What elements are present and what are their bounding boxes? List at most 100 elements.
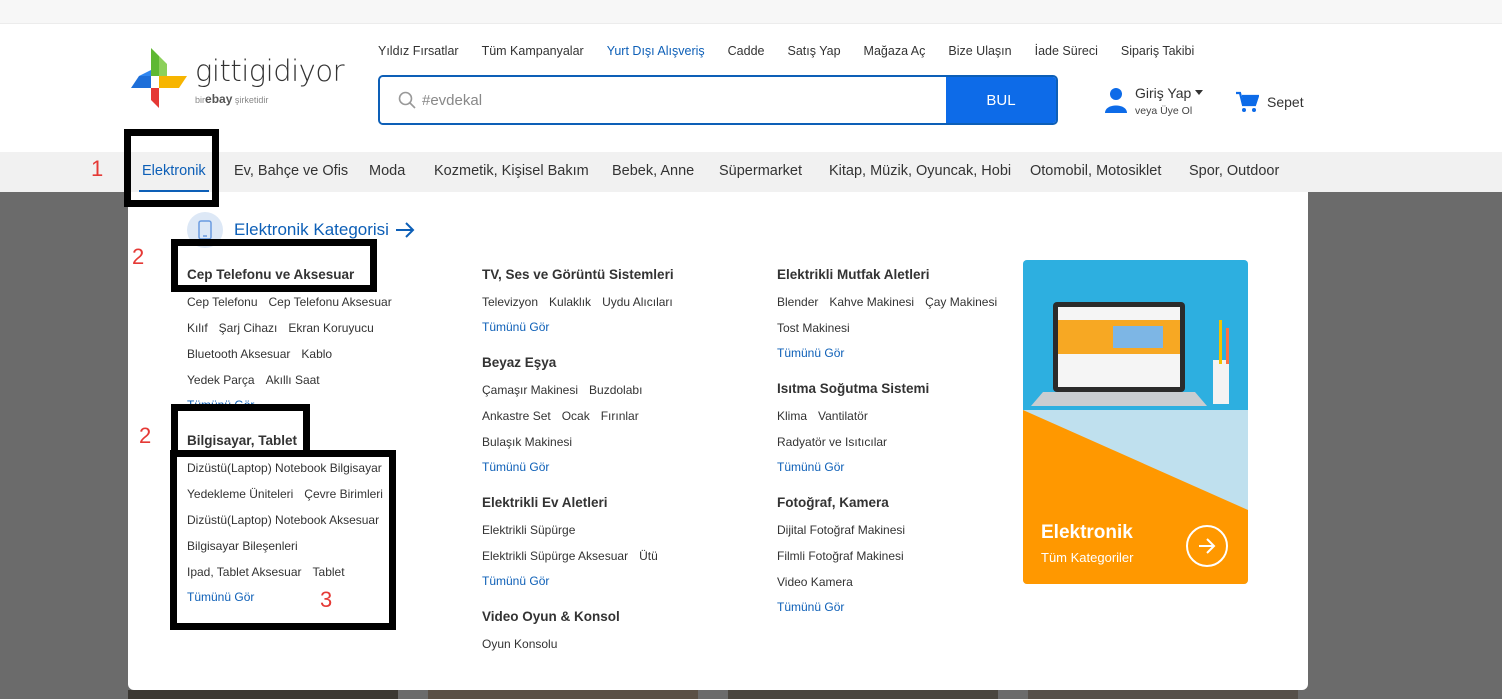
toplink-magaza[interactable]: Mağaza Aç — [864, 44, 926, 58]
search-bar: BUL — [378, 75, 1058, 125]
subcategory-link[interactable]: Televizyon — [482, 295, 538, 309]
background-tile — [728, 690, 998, 699]
subcategory-link[interactable]: Oyun Konsolu — [482, 637, 557, 651]
toplink-satis[interactable]: Satış Yap — [788, 44, 841, 58]
cat-moda[interactable]: Moda — [369, 163, 405, 179]
cat-supermarket[interactable]: Süpermarket — [719, 163, 802, 179]
site-logo[interactable]: gittigidiyor birebay şirketidir — [127, 46, 347, 132]
cat-kozmetik[interactable]: Kozmetik, Kişisel Bakım — [434, 163, 589, 179]
see-all-link[interactable]: Tümünü Gör — [482, 320, 549, 334]
arrow-right-icon — [395, 222, 415, 238]
subcategory-link[interactable]: Radyatör ve Isıtıcılar — [777, 435, 887, 449]
search-input[interactable] — [380, 77, 946, 123]
subcategory-row: Blender Kahve Makinesi Çay Makinesi — [777, 295, 1008, 309]
subcategory-link[interactable]: Dijital Fotoğraf Makinesi — [777, 523, 905, 537]
subcategory-row: Klima Vantilatör — [777, 409, 879, 423]
search-icon — [398, 91, 416, 109]
search-button[interactable]: BUL — [946, 77, 1056, 123]
login-label: Giriş Yap — [1135, 85, 1204, 101]
subcategory-link[interactable]: Video Kamera — [777, 575, 853, 589]
annotation-number: 3 — [320, 587, 333, 612]
see-all-link[interactable]: Tümünü Gör — [482, 574, 549, 588]
subcategory-link[interactable]: Tost Makinesi — [777, 321, 850, 335]
subcategory-row: Elektrikli Süpürge — [482, 523, 586, 537]
subcategory-link[interactable]: Klima — [777, 409, 807, 423]
toplink-cadde[interactable]: Cadde — [728, 44, 765, 58]
section-video-oyun[interactable]: Video Oyun & Konsol — [482, 609, 620, 624]
see-all-link[interactable]: Tümünü Gör — [777, 600, 844, 614]
promo-card[interactable]: Elektronik Tüm Kategoriler — [1023, 260, 1248, 584]
subcategory-link[interactable]: Bulaşık Makinesi — [482, 435, 572, 449]
category-nav: Elektronik Ev, Bahçe ve Ofis Moda Kozmet… — [0, 152, 1502, 192]
subcategory-link[interactable]: Kulaklık — [549, 295, 591, 309]
see-all-link[interactable]: Tümünü Gör — [777, 460, 844, 474]
toplink-bize-ulasin[interactable]: Bize Ulaşın — [948, 44, 1011, 58]
subcategory-link[interactable]: Bluetooth Aksesuar — [187, 347, 290, 361]
arrow-right-circle-icon — [1186, 525, 1228, 567]
toplink-siparis[interactable]: Sipariş Takibi — [1121, 44, 1194, 58]
cart-label: Sepet — [1267, 94, 1304, 110]
subcategory-link[interactable]: Cep Telefonu — [187, 295, 258, 309]
subcategory-link[interactable]: Ocak — [562, 409, 590, 423]
subcategory-row: Cep Telefonu Cep Telefonu Aksesuar — [187, 295, 403, 309]
subcategory-link[interactable]: Çay Makinesi — [925, 295, 997, 309]
subcategory-link[interactable]: Elektrikli Süpürge Aksesuar — [482, 549, 628, 563]
subcategory-row: Kılıf Şarj Cihazı Ekran Koruyucu — [187, 321, 385, 335]
chevron-down-icon — [1195, 90, 1204, 95]
subcategory-link[interactable]: Elektrikli Süpürge — [482, 523, 575, 537]
toplink-yildiz[interactable]: Yıldız Fırsatlar — [378, 44, 459, 58]
annotation-box — [170, 450, 396, 630]
login-menu[interactable]: Giriş Yap veya Üye Ol — [1104, 84, 1224, 124]
top-links: Yıldız Fırsatlar Tüm Kampanyalar Yurt Dı… — [378, 44, 1217, 58]
see-all-link[interactable]: Tümünü Gör — [777, 346, 844, 360]
annotation-number: 1 — [91, 156, 104, 181]
subcategory-link[interactable]: Şarj Cihazı — [219, 321, 278, 335]
subcategory-row: Oyun Konsolu — [482, 637, 568, 651]
subcategory-link[interactable]: Uydu Alıcıları — [602, 295, 673, 309]
cat-spor[interactable]: Spor, Outdoor — [1189, 163, 1279, 179]
subcategory-link[interactable]: Cep Telefonu Aksesuar — [269, 295, 392, 309]
annotation-box — [124, 129, 219, 207]
section-beyaz-esya[interactable]: Beyaz Eşya — [482, 355, 556, 370]
background-tile — [428, 690, 698, 699]
subcategory-row: Dijital Fotoğraf Makinesi — [777, 523, 916, 537]
subcategory-link[interactable]: Fırınlar — [601, 409, 639, 423]
subcategory-link[interactable]: Kablo — [301, 347, 332, 361]
subcategory-row: Ankastre Set Ocak Fırınlar — [482, 409, 650, 423]
register-label[interactable]: veya Üye Ol — [1135, 105, 1192, 117]
subcategory-row: Çamaşır Makinesi Buzdolabı — [482, 383, 653, 397]
subcategory-link[interactable]: Yedek Parça — [187, 373, 255, 387]
section-ev-aletleri[interactable]: Elektrikli Ev Aletleri — [482, 495, 608, 510]
cart-icon — [1236, 91, 1259, 112]
section-mutfak[interactable]: Elektrikli Mutfak Aletleri — [777, 267, 930, 282]
subcategory-link[interactable]: Filmli Fotoğraf Makinesi — [777, 549, 904, 563]
logo-icon — [131, 48, 187, 108]
see-all-link[interactable]: Tümünü Gör — [482, 460, 549, 474]
section-isitma[interactable]: Isıtma Soğutma Sistemi — [777, 381, 929, 396]
subcategory-link[interactable]: Kahve Makinesi — [829, 295, 914, 309]
toplink-kampanyalar[interactable]: Tüm Kampanyalar — [482, 44, 584, 58]
background-tile — [1028, 690, 1298, 699]
cat-kitap[interactable]: Kitap, Müzik, Oyuncak, Hobi — [829, 163, 1011, 179]
cat-bebek[interactable]: Bebek, Anne — [612, 163, 694, 179]
cat-otomobil[interactable]: Otomobil, Motosiklet — [1030, 163, 1161, 179]
subcategory-link[interactable]: Ütü — [639, 549, 658, 563]
subcategory-link[interactable]: Ekran Koruyucu — [288, 321, 373, 335]
subcategory-row: Radyatör ve Isıtıcılar — [777, 435, 898, 449]
cat-ev-bahce[interactable]: Ev, Bahçe ve Ofis — [234, 163, 348, 179]
subcategory-row: Filmli Fotoğraf Makinesi — [777, 549, 915, 563]
subcategory-row: Televizyon Kulaklık Uydu Alıcıları — [482, 295, 684, 309]
subcategory-link[interactable]: Buzdolabı — [589, 383, 642, 397]
subcategory-row: Bluetooth Aksesuar Kablo — [187, 347, 343, 361]
section-fotograf[interactable]: Fotoğraf, Kamera — [777, 495, 889, 510]
subcategory-link[interactable]: Ankastre Set — [482, 409, 551, 423]
subcategory-link[interactable]: Blender — [777, 295, 818, 309]
section-tv-ses[interactable]: TV, Ses ve Görüntü Sistemleri — [482, 267, 674, 282]
subcategory-link[interactable]: Çamaşır Makinesi — [482, 383, 578, 397]
toplink-iade[interactable]: İade Süreci — [1035, 44, 1098, 58]
toplink-yurtdisi[interactable]: Yurt Dışı Alışveriş — [607, 44, 705, 58]
subcategory-link[interactable]: Kılıf — [187, 321, 208, 335]
subcategory-link[interactable]: Vantilatör — [818, 409, 868, 423]
cart-button[interactable]: Sepet — [1235, 89, 1304, 115]
subcategory-link[interactable]: Akıllı Saat — [266, 373, 320, 387]
